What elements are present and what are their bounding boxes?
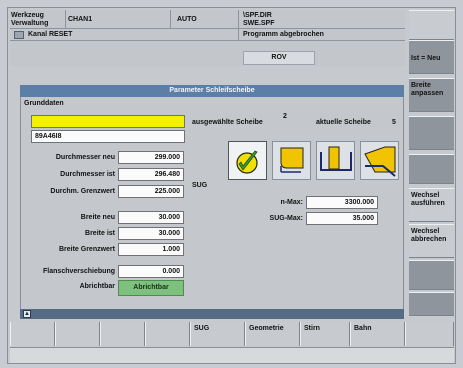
softkey-breite-anpassen[interactable]: Breite anpassen <box>409 78 454 112</box>
softkey-wechsel-abbrechen[interactable]: Wechsel abbrechen <box>409 224 454 258</box>
scroll-up-icon[interactable]: ▲ <box>23 310 31 318</box>
softkey-bahn[interactable]: Bahn <box>350 322 405 346</box>
field-durchmesser-neu[interactable]: 299.000 <box>118 151 184 164</box>
softkey-geometrie[interactable]: Geometrie <box>245 322 300 346</box>
wheel-edit-icon[interactable] <box>228 141 267 180</box>
softkey-h3[interactable] <box>100 322 145 346</box>
selected-wheel-value: 2 <box>283 113 287 120</box>
header-divider <box>238 10 239 40</box>
vertical-softkey-bar: Ist = Neu Breite anpassen Wechsel ausfüh… <box>409 10 454 316</box>
current-wheel-value: 5 <box>392 119 396 126</box>
header-divider <box>10 28 405 29</box>
rov-indicator: ROV <box>243 51 315 65</box>
softkey-v4[interactable] <box>409 116 454 150</box>
softkey-v8[interactable] <box>409 260 454 290</box>
label-durchm-grenzwert: Durchm. Grenzwert <box>50 188 115 195</box>
softkey-wechsel-ausfuehren[interactable]: Wechsel ausführen <box>409 188 454 222</box>
program-status: Programm abgebrochen <box>243 31 324 38</box>
area-label-line1: Werkzeug <box>11 12 44 19</box>
label-sug-max: SUG-Max: <box>269 215 303 222</box>
label-flanschverschiebung: Flanschverschiebung <box>43 268 115 275</box>
label-durchmesser-neu: Durchmesser neu <box>55 154 115 161</box>
header-divider <box>10 40 405 41</box>
wheel-profile-1-icon[interactable] <box>272 141 311 180</box>
field-breite-grenzwert[interactable]: 1.000 <box>118 243 184 256</box>
horizontal-softkey-bar: SUG Geometrie Stirn Bahn <box>10 322 454 346</box>
header-divider <box>170 10 171 28</box>
label-breite-grenzwert: Breite Grenzwert <box>58 246 115 253</box>
softkey-h2[interactable] <box>55 322 100 346</box>
field-n-max[interactable]: 3300.000 <box>306 196 378 209</box>
program-path-1: \SPF.DIR <box>243 12 272 19</box>
program-path-2: SWE.SPF <box>243 20 275 27</box>
channel-status-icon <box>14 31 24 39</box>
status-bar <box>10 347 454 363</box>
field-durchmesser-ist[interactable]: 296.480 <box>118 168 184 181</box>
field-flanschverschiebung[interactable]: 0.000 <box>118 265 184 278</box>
label-n-max: n-Max: <box>280 199 303 206</box>
dialog-title: Parameter Schleifscheibe <box>20 85 404 97</box>
tool-name-field[interactable] <box>31 115 185 128</box>
header-bar: Werkzeug Verwaltung CHAN1 AUTO \SPF.DIR … <box>10 10 405 66</box>
label-breite-neu: Breite neu <box>80 214 115 221</box>
section-grunddaten: Grunddaten <box>24 100 64 107</box>
tool-id-field[interactable]: 89A46I8 <box>31 130 185 143</box>
label-aktuelle-scheibe: aktuelle Scheibe <box>316 119 371 126</box>
softkey-h1[interactable] <box>10 322 55 346</box>
softkey-sug[interactable]: SUG <box>190 322 245 346</box>
softkey-h9[interactable] <box>405 322 454 346</box>
mode-indicator: AUTO <box>177 16 197 23</box>
label-ausgewaehlte-scheibe: ausgewählte Scheibe <box>192 119 263 126</box>
channel-name: CHAN1 <box>68 16 93 23</box>
wheel-profile-2-icon[interactable] <box>316 141 355 180</box>
softkey-stirn[interactable]: Stirn <box>300 322 350 346</box>
softkey-v5[interactable] <box>409 154 454 184</box>
softkey-v9[interactable] <box>409 292 454 316</box>
softkey-ist-neu[interactable]: Ist = Neu <box>409 40 454 74</box>
header-divider <box>65 10 66 28</box>
field-durchm-grenzwert[interactable]: 225.000 <box>118 185 184 198</box>
wheel-profile-3-icon[interactable] <box>360 141 399 180</box>
area-label-line2: Verwaltung <box>11 20 49 27</box>
channel-status: Kanal RESET <box>28 31 73 38</box>
dialog-bottom-bar: ▲ <box>20 309 404 319</box>
field-breite-neu[interactable]: 30.000 <box>118 211 184 224</box>
softkey-v1[interactable] <box>409 10 454 40</box>
field-breite-ist[interactable]: 30.000 <box>118 227 184 240</box>
softkey-h4[interactable] <box>145 322 190 346</box>
abrichtbar-button[interactable]: Abrichtbar <box>118 280 184 296</box>
label-durchmesser-ist: Durchmesser ist <box>60 171 115 178</box>
field-sug-max[interactable]: 35.000 <box>306 212 378 225</box>
label-sug: SUG <box>192 182 208 189</box>
label-breite-ist: Breite ist <box>85 230 115 237</box>
label-abrichtbar: Abrichtbar <box>79 283 115 290</box>
